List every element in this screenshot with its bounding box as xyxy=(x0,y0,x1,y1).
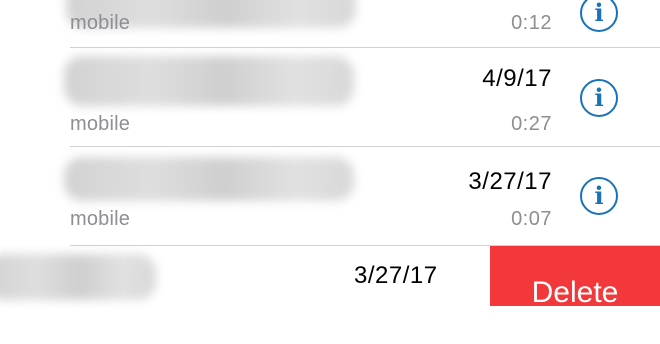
contact-name-redacted xyxy=(0,254,156,300)
call-duration: 0:12 xyxy=(511,12,552,34)
call-row[interactable]: 3/27/17 mobile 0:07 i xyxy=(0,147,660,245)
call-date: 4/9/17 xyxy=(482,65,552,92)
call-date: 3/27/17 xyxy=(468,168,552,195)
info-icon[interactable]: i xyxy=(580,0,618,32)
delete-button[interactable]: Delete xyxy=(490,246,660,306)
call-duration: 0:27 xyxy=(511,113,552,135)
contact-name-redacted xyxy=(64,157,354,201)
call-row-swiped[interactable]: 3/27/17 xyxy=(0,246,490,344)
call-type-label: mobile xyxy=(70,208,131,230)
call-type-label: mobile xyxy=(70,12,131,34)
info-icon[interactable]: i xyxy=(580,177,618,215)
call-date: 3/27/17 xyxy=(354,262,438,289)
call-row[interactable]: mobile 0:12 i xyxy=(0,0,660,46)
contact-name-redacted xyxy=(64,56,354,106)
call-duration: 0:07 xyxy=(511,208,552,230)
call-type-label: mobile xyxy=(70,113,131,135)
info-icon[interactable]: i xyxy=(580,79,618,117)
call-row[interactable]: 4/9/17 mobile 0:27 i xyxy=(0,48,660,146)
